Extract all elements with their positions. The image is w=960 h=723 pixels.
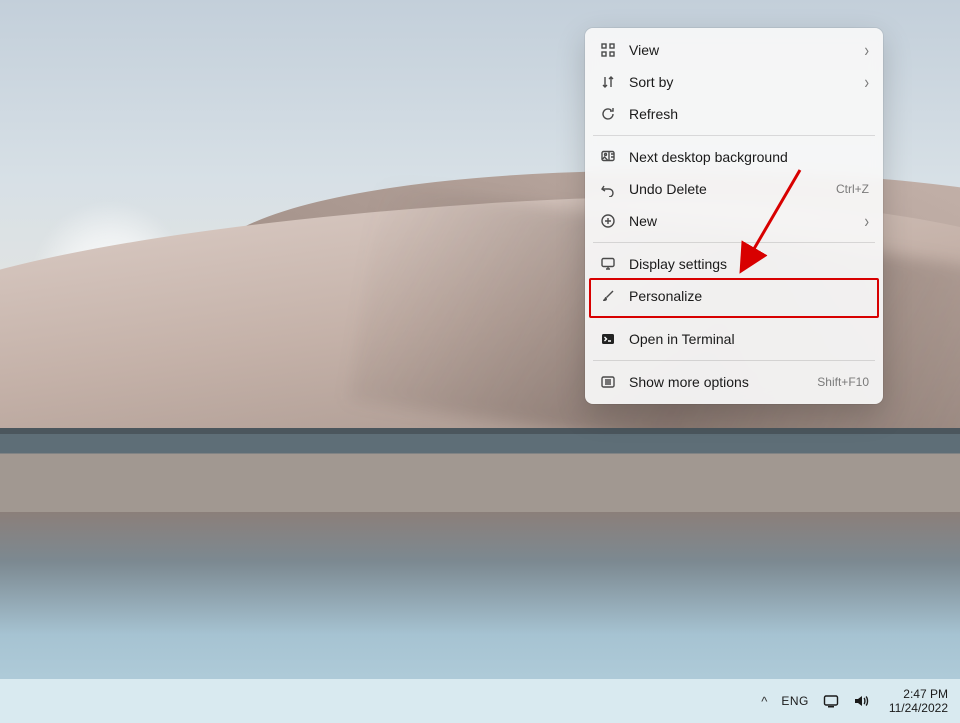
menu-item-label: Next desktop background: [629, 149, 869, 165]
display-icon: [599, 255, 617, 273]
menu-item-label: Sort by: [629, 74, 864, 90]
menu-item-label: View: [629, 42, 864, 58]
menu-separator: [593, 135, 875, 136]
menu-item-personalize[interactable]: Personalize: [591, 280, 877, 312]
grid-icon: [599, 41, 617, 59]
chevron-right-icon: ›: [864, 73, 869, 91]
menu-item-label: Display settings: [629, 256, 869, 272]
tray-overflow-button[interactable]: ^: [761, 694, 767, 709]
more-icon: [599, 373, 617, 391]
menu-item-label: Personalize: [629, 288, 869, 304]
menu-item-undo-delete[interactable]: Undo DeleteCtrl+Z: [591, 173, 877, 205]
taskbar-clock[interactable]: 2:47 PM 11/24/2022: [889, 687, 948, 716]
menu-separator: [593, 360, 875, 361]
menu-item-view[interactable]: View›: [591, 34, 877, 66]
image-icon: [599, 148, 617, 166]
terminal-icon: [599, 330, 617, 348]
menu-item-refresh[interactable]: Refresh: [591, 98, 877, 130]
network-icon[interactable]: [823, 693, 839, 709]
menu-separator: [593, 317, 875, 318]
chevron-right-icon: ›: [864, 212, 869, 230]
menu-item-shortcut: Ctrl+Z: [836, 182, 869, 196]
menu-item-shortcut: Shift+F10: [817, 375, 869, 389]
wallpaper-shoreline: [0, 428, 960, 434]
menu-item-label: Undo Delete: [629, 181, 836, 197]
menu-item-sort-by[interactable]: Sort by›: [591, 66, 877, 98]
plus-icon: [599, 212, 617, 230]
language-indicator[interactable]: ENG: [781, 694, 809, 708]
menu-item-label: Open in Terminal: [629, 331, 869, 347]
menu-separator: [593, 242, 875, 243]
clock-time: 2:47 PM: [903, 687, 948, 701]
menu-item-label: New: [629, 213, 864, 229]
refresh-icon: [599, 105, 617, 123]
menu-item-show-more-options[interactable]: Show more optionsShift+F10: [591, 366, 877, 398]
menu-item-label: Refresh: [629, 106, 869, 122]
undo-icon: [599, 180, 617, 198]
menu-item-label: Show more options: [629, 374, 817, 390]
desktop-context-menu: View›Sort by›RefreshNext desktop backgro…: [585, 28, 883, 404]
menu-item-next-desktop-background[interactable]: Next desktop background: [591, 141, 877, 173]
brush-icon: [599, 287, 617, 305]
menu-item-display-settings[interactable]: Display settings: [591, 248, 877, 280]
taskbar: ^ ENG 2:47 PM 11/24/2022: [0, 679, 960, 723]
system-tray: ^ ENG 2:47 PM 11/24/2022: [761, 687, 948, 716]
volume-icon[interactable]: [853, 693, 869, 709]
sort-icon: [599, 73, 617, 91]
clock-date: 11/24/2022: [889, 701, 948, 715]
menu-item-open-in-terminal[interactable]: Open in Terminal: [591, 323, 877, 355]
menu-item-new[interactable]: New›: [591, 205, 877, 237]
chevron-right-icon: ›: [864, 41, 869, 59]
